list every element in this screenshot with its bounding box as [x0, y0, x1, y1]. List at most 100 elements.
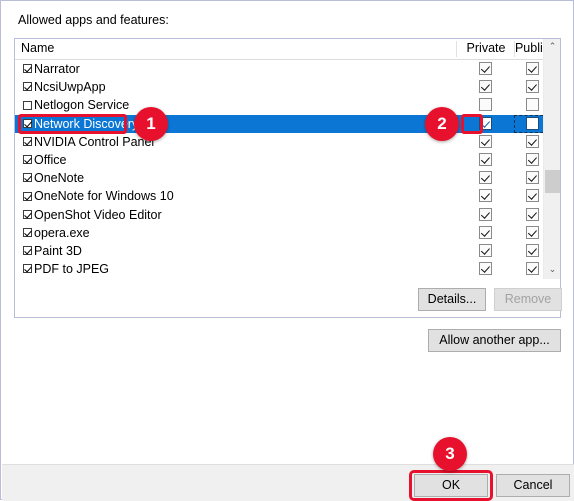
app-allowed-checkbox[interactable]: [23, 246, 32, 256]
app-name-label: PDF to JPEG: [34, 262, 110, 277]
app-allowed-checkbox[interactable]: [23, 264, 32, 274]
private-network-cell[interactable]: [479, 116, 493, 131]
public-checkbox[interactable]: [526, 62, 539, 75]
scrollbar-thumb[interactable]: [545, 170, 560, 193]
private-network-cell[interactable]: [479, 207, 493, 222]
public-checkbox[interactable]: [526, 116, 539, 130]
allow-another-app-button[interactable]: Allow another app...: [428, 329, 561, 352]
private-checkbox[interactable]: [479, 80, 492, 94]
public-network-cell[interactable]: [526, 225, 540, 240]
private-checkbox[interactable]: [479, 116, 492, 130]
public-checkbox[interactable]: [526, 225, 539, 239]
app-name-cell: Network Discovery: [23, 116, 138, 132]
table-row[interactable]: OpenShot Video Editor: [15, 206, 560, 224]
app-name-label: Narrator: [34, 62, 80, 76]
private-network-cell[interactable]: [479, 189, 493, 203]
annotation-badge-2: 2: [425, 107, 459, 141]
table-row[interactable]: OneNote for Windows 10: [15, 187, 560, 205]
private-network-cell[interactable]: [479, 152, 493, 167]
public-checkbox[interactable]: [526, 207, 539, 221]
private-network-cell[interactable]: [479, 262, 493, 276]
app-name-cell: NVIDIA Control Panel: [23, 134, 154, 150]
app-allowed-checkbox[interactable]: [23, 118, 32, 128]
public-network-cell[interactable]: [526, 262, 540, 276]
private-checkbox[interactable]: [479, 62, 492, 75]
public-checkbox[interactable]: [526, 152, 539, 166]
table-row[interactable]: OneNote: [15, 169, 560, 187]
annotation-badge-1: 1: [134, 107, 168, 141]
table-row[interactable]: Office: [15, 151, 560, 169]
app-allowed-checkbox[interactable]: [23, 227, 32, 237]
public-network-cell[interactable]: [526, 207, 540, 222]
column-header-name[interactable]: Name: [21, 41, 54, 55]
private-checkbox[interactable]: [479, 189, 492, 203]
table-row[interactable]: opera.exe: [15, 224, 560, 242]
private-checkbox[interactable]: [479, 262, 492, 276]
table-row[interactable]: NVIDIA Control Panel: [15, 133, 560, 151]
private-network-cell[interactable]: [479, 98, 493, 112]
private-checkbox[interactable]: [479, 243, 492, 257]
app-name-cell: OpenShot Video Editor: [23, 207, 162, 223]
allowed-apps-dialog: Allowed apps and features: Name Private …: [0, 0, 574, 501]
details-button[interactable]: Details...: [418, 288, 486, 311]
public-checkbox[interactable]: [526, 134, 539, 148]
public-checkbox[interactable]: [526, 243, 539, 257]
private-network-cell[interactable]: [479, 80, 493, 94]
private-network-cell[interactable]: [479, 171, 493, 185]
table-row[interactable]: Paint 3D: [15, 242, 560, 260]
public-network-cell[interactable]: [526, 134, 540, 149]
public-checkbox[interactable]: [526, 80, 539, 94]
ok-button[interactable]: OK: [414, 474, 488, 497]
public-network-cell[interactable]: [526, 98, 540, 112]
scroll-up-icon[interactable]: ⌃: [544, 39, 560, 56]
allowed-apps-listview[interactable]: Name Private Public Narrator NcsiUwpApp Ne…: [15, 39, 560, 279]
cancel-button[interactable]: Cancel: [496, 474, 570, 497]
private-checkbox[interactable]: [479, 225, 492, 239]
allowed-apps-panel: Name Private Public Narrator NcsiUwpApp Ne…: [14, 38, 562, 318]
table-row[interactable]: PDF to JPEG: [15, 260, 560, 278]
app-name-cell: PDF to JPEG: [23, 261, 109, 277]
public-checkbox[interactable]: [526, 262, 539, 276]
public-network-cell[interactable]: [526, 152, 540, 167]
table-row[interactable]: Network Discovery: [15, 114, 560, 133]
public-network-cell[interactable]: [526, 171, 540, 185]
app-allowed-checkbox[interactable]: [23, 82, 32, 92]
private-network-cell[interactable]: [479, 62, 493, 76]
private-checkbox[interactable]: [479, 152, 492, 166]
app-name-label: Office: [34, 152, 67, 167]
private-checkbox[interactable]: [479, 171, 492, 185]
public-network-cell[interactable]: [526, 243, 540, 258]
private-network-cell[interactable]: [479, 243, 493, 258]
app-allowed-checkbox[interactable]: [23, 64, 32, 74]
table-row[interactable]: NcsiUwpApp: [15, 78, 560, 96]
app-allowed-checkbox[interactable]: [23, 209, 32, 219]
app-allowed-checkbox[interactable]: [23, 155, 32, 165]
app-allowed-checkbox[interactable]: [23, 191, 32, 201]
public-network-cell[interactable]: [526, 189, 540, 203]
private-network-cell[interactable]: [479, 225, 493, 240]
app-name-label: Paint 3D: [34, 243, 82, 258]
app-name-label: opera.exe: [34, 225, 90, 240]
private-network-cell[interactable]: [479, 134, 493, 149]
public-checkbox[interactable]: [526, 98, 539, 112]
private-checkbox[interactable]: [479, 98, 492, 112]
private-checkbox[interactable]: [479, 134, 492, 148]
app-name-label: OpenShot Video Editor: [34, 207, 162, 222]
app-name-cell: NcsiUwpApp: [23, 79, 106, 95]
public-network-cell[interactable]: [526, 116, 540, 131]
app-name-label: NVIDIA Control Panel: [34, 134, 155, 149]
remove-button: Remove: [494, 288, 562, 311]
app-allowed-checkbox[interactable]: [23, 100, 32, 110]
public-checkbox[interactable]: [526, 189, 539, 203]
table-row[interactable]: Narrator: [15, 60, 560, 78]
private-checkbox[interactable]: [479, 207, 492, 221]
scroll-down-icon[interactable]: ⌄: [544, 262, 560, 279]
app-name-label: OneNote for Windows 10: [34, 189, 174, 204]
table-row[interactable]: Netlogon Service: [15, 96, 560, 114]
app-allowed-checkbox[interactable]: [23, 136, 32, 146]
public-network-cell[interactable]: [526, 80, 540, 94]
public-checkbox[interactable]: [526, 171, 539, 185]
app-allowed-checkbox[interactable]: [23, 173, 32, 183]
public-network-cell[interactable]: [526, 62, 540, 76]
listview-scrollbar[interactable]: ⌃ ⌄: [543, 39, 560, 279]
